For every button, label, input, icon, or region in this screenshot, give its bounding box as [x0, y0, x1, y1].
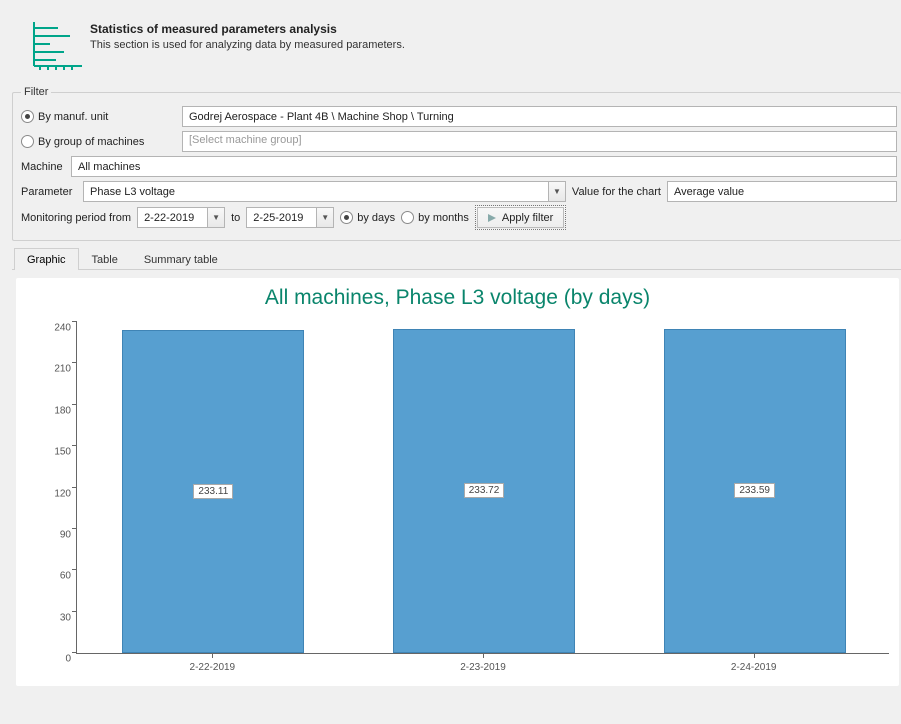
date-to-value: 2-25-2019 [247, 210, 316, 226]
apply-filter-button[interactable]: Apply filter [475, 205, 566, 230]
header: Statistics of measured parameters analys… [0, 0, 901, 80]
group-placeholder: [Select machine group] [189, 134, 302, 146]
chevron-down-icon: ▼ [316, 208, 333, 227]
apply-filter-label: Apply filter [502, 212, 553, 224]
chart-bar-label: 233.72 [464, 483, 505, 498]
period-to-label: to [231, 212, 240, 224]
chart-plot: 0306090120150180210240233.112-22-2019233… [76, 322, 889, 654]
manuf-unit-input[interactable] [182, 106, 897, 127]
chevron-down-icon: ▼ [548, 182, 565, 201]
y-tick-label: 210 [41, 364, 71, 375]
chevron-down-icon: ▼ [207, 208, 224, 227]
y-tick-label: 180 [41, 405, 71, 416]
y-tick-label: 60 [41, 571, 71, 582]
page-title: Statistics of measured parameters analys… [90, 22, 405, 36]
parameter-label: Parameter [21, 186, 77, 198]
tab-table[interactable]: Table [79, 248, 131, 270]
tab-graphic[interactable]: Graphic [14, 248, 79, 270]
y-tick-label: 90 [41, 529, 71, 540]
radio-dot-icon [340, 211, 353, 224]
page-subtitle: This section is used for analyzing data … [90, 39, 405, 51]
chart-bar-label: 233.59 [734, 483, 775, 498]
radio-by-manuf-unit[interactable]: By manuf. unit [21, 110, 176, 123]
date-to-input[interactable]: 2-25-2019 ▼ [246, 207, 334, 228]
radio-dot-icon [21, 135, 34, 148]
chart-bar: 233.72 [393, 329, 575, 653]
radio-label: By group of machines [38, 136, 144, 148]
parameter-select[interactable]: Phase L3 voltage ▼ [83, 181, 566, 202]
radio-by-group[interactable]: By group of machines [21, 135, 176, 148]
period-from-label: Monitoring period from [21, 212, 131, 224]
x-tick-label: 2-23-2019 [393, 662, 573, 673]
value-for-chart-input[interactable] [667, 181, 897, 202]
chart-title: All machines, Phase L3 voltage (by days) [16, 278, 899, 320]
radio-label: by months [418, 212, 469, 224]
radio-by-months[interactable]: by months [401, 211, 469, 224]
filter-panel: Filter By manuf. unit By group of machin… [12, 86, 901, 241]
play-triangle-icon [488, 214, 496, 222]
x-tick-label: 2-22-2019 [122, 662, 302, 673]
tabs: Graphic Table Summary table [12, 247, 901, 270]
chart-box: All machines, Phase L3 voltage (by days)… [16, 278, 899, 686]
parameter-value: Phase L3 voltage [84, 184, 548, 200]
radio-label: by days [357, 212, 395, 224]
y-tick-label: 240 [41, 323, 71, 334]
date-from-input[interactable]: 2-22-2019 ▼ [137, 207, 225, 228]
chart-bar-label: 233.11 [193, 484, 233, 499]
chart-area: All machines, Phase L3 voltage (by days)… [12, 270, 901, 694]
machine-input[interactable] [71, 156, 897, 177]
stats-bars-icon [28, 18, 88, 74]
chart-bar: 233.11 [122, 330, 304, 653]
radio-dot-icon [21, 110, 34, 123]
tab-summary-table[interactable]: Summary table [131, 248, 231, 270]
chart-bar: 233.59 [664, 329, 846, 653]
y-tick-label: 0 [41, 654, 71, 665]
value-for-chart-label: Value for the chart [572, 186, 661, 198]
group-input[interactable]: [Select machine group] [182, 131, 897, 152]
radio-dot-icon [401, 211, 414, 224]
y-tick-label: 150 [41, 447, 71, 458]
filter-legend: Filter [21, 86, 51, 98]
x-tick-label: 2-24-2019 [664, 662, 844, 673]
radio-by-days[interactable]: by days [340, 211, 395, 224]
radio-label: By manuf. unit [38, 111, 108, 123]
date-from-value: 2-22-2019 [138, 210, 207, 226]
y-tick-label: 30 [41, 612, 71, 623]
machine-label: Machine [21, 161, 65, 173]
y-tick-label: 120 [41, 488, 71, 499]
